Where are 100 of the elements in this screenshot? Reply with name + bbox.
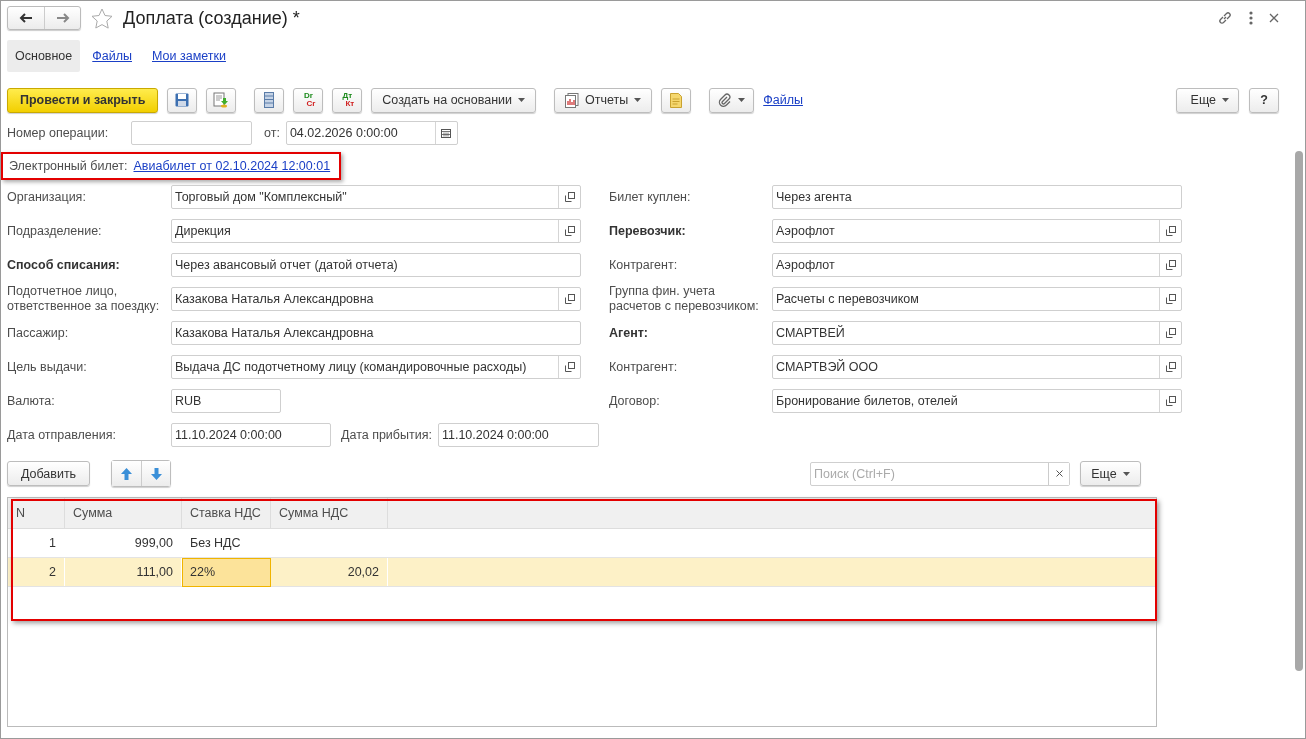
- field-label: Контрагент:: [609, 258, 679, 272]
- more-button[interactable]: Еще: [1080, 461, 1141, 486]
- open-icon: [1165, 362, 1176, 372]
- star-icon[interactable]: [91, 7, 113, 29]
- table-row[interactable]: 1 999,00 Без НДС: [8, 528, 1156, 558]
- column-header[interactable]: Ставка НДС: [181, 498, 271, 529]
- open-icon: [1165, 328, 1176, 338]
- attachment-button[interactable]: [709, 87, 755, 113]
- column-header[interactable]: N: [8, 498, 65, 529]
- arrow-right-icon: [55, 13, 70, 23]
- save-button[interactable]: [167, 87, 198, 113]
- caret-icon: [738, 98, 746, 102]
- input-field[interactable]: Через авансовый отчет (датой отчета): [171, 253, 581, 277]
- close-icon: [1055, 470, 1063, 477]
- link-icon[interactable]: [1217, 10, 1233, 26]
- field-label: Дата отправления:: [7, 428, 117, 442]
- open-icon: [564, 226, 575, 236]
- table-cell: Без НДС: [181, 528, 271, 558]
- help-button[interactable]: ?: [1249, 87, 1279, 113]
- table-cell: 20,02: [270, 557, 388, 587]
- create-based-on-button[interactable]: Создать на основании: [371, 87, 536, 113]
- open-icon: [564, 362, 575, 372]
- field-label: Контрагент:: [609, 360, 679, 374]
- field-label: Билет куплен:: [609, 190, 692, 204]
- field-label: Организация:: [7, 190, 87, 204]
- move-up-button[interactable]: [112, 461, 141, 486]
- input-field[interactable]: Дирекция: [171, 219, 581, 243]
- input-field[interactable]: СМАРТВЭЙ ООО: [772, 355, 1182, 379]
- open-icon: [564, 192, 575, 202]
- post-and-close-button[interactable]: Провести и закрыть: [7, 87, 159, 113]
- field-label: от:: [264, 126, 280, 140]
- table-cell: 999,00: [64, 528, 182, 558]
- input-field[interactable]: Торговый дом "Комплексный": [171, 185, 581, 209]
- dr-cr-button[interactable]: Dr Cr: [293, 87, 324, 113]
- arrow-left-icon: [19, 13, 33, 23]
- caret-icon: [1122, 471, 1130, 476]
- input-field[interactable]: RUB: [171, 389, 281, 413]
- files-link[interactable]: Файлы: [763, 93, 803, 107]
- add-button[interactable]: Добавить: [7, 461, 90, 486]
- note-icon: [670, 92, 683, 108]
- open-icon: [1165, 396, 1176, 406]
- date-field[interactable]: 04.02.2026 0:00:00: [285, 121, 458, 145]
- input-field[interactable]: 11.10.2024 0:00:00: [437, 423, 599, 447]
- caret-icon: [634, 98, 642, 102]
- field-label: Группа фин. учета расчетов с перевозчиком:: [609, 284, 760, 314]
- field-label: Подразделение:: [7, 224, 103, 238]
- input-field[interactable]: 11.10.2024 0:00:00: [171, 423, 331, 447]
- list-icon: [264, 92, 275, 108]
- field-label: Пассажир:: [7, 326, 70, 340]
- caret-icon: [518, 98, 525, 102]
- reports-button[interactable]: Отчеты: [554, 87, 653, 113]
- table-cell: 111,00: [64, 557, 182, 587]
- input-field[interactable]: Казакова Наталья Александровна: [171, 287, 581, 311]
- field-label: Электронный билет:: [9, 159, 128, 173]
- ticket-link[interactable]: Авиабилет от 02.10.2024 12:00:01: [133, 159, 331, 173]
- post-button[interactable]: [206, 87, 237, 113]
- input-field[interactable]: Через агента: [772, 185, 1182, 209]
- field-label: Номер операции:: [7, 126, 110, 140]
- field-label: Валюта:: [7, 394, 56, 408]
- field-label: Перевозчик:: [609, 224, 687, 238]
- column-header[interactable]: Сумма НДС: [270, 498, 388, 529]
- input-field[interactable]: Казакова Наталья Александровна: [171, 321, 581, 345]
- input-field[interactable]: Бронирование билетов, отелей: [772, 389, 1182, 413]
- tab[interactable]: Основное: [7, 40, 81, 72]
- open-icon: [1165, 260, 1176, 270]
- field-label: Цель выдачи:: [7, 360, 88, 374]
- table-cell: 2: [8, 557, 65, 587]
- close-icon[interactable]: [1269, 13, 1279, 23]
- document-arrow-icon: [213, 92, 230, 108]
- list-button[interactable]: [254, 87, 285, 113]
- field-label: Дата прибытия:: [341, 428, 432, 442]
- table-cell: 1: [8, 528, 65, 558]
- column-header[interactable]: Сумма: [64, 498, 182, 529]
- open-icon: [564, 294, 575, 304]
- field-label: Агент:: [609, 326, 650, 340]
- input-field[interactable]: Аэрофлот: [772, 219, 1182, 243]
- input-field[interactable]: [131, 121, 252, 145]
- move-down-button[interactable]: [141, 461, 170, 486]
- paperclip-icon: [718, 93, 733, 107]
- dt-kt-button[interactable]: Дт Кт: [332, 87, 363, 113]
- input-field[interactable]: Выдача ДС подотчетному лицу (командировочные расходы): [171, 355, 581, 379]
- tab[interactable]: Файлы: [84, 40, 140, 72]
- input-field[interactable]: Расчеты с перевозчиком: [772, 287, 1182, 311]
- more-icon[interactable]: [1249, 11, 1253, 25]
- field-label: Подотчетное лицо, ответственное за поездку:: [7, 284, 161, 314]
- field-label: Способ списания:: [7, 258, 121, 272]
- report-icon: [565, 92, 579, 108]
- arrow-down-icon: [150, 467, 162, 480]
- tab[interactable]: Мои заметки: [144, 40, 234, 72]
- open-icon: [1165, 294, 1176, 304]
- table-cell: 22%: [181, 557, 271, 587]
- input-field[interactable]: СМАРТВЕЙ: [772, 321, 1182, 345]
- field-label: Договор:: [609, 394, 661, 408]
- input-field[interactable]: Аэрофлот: [772, 253, 1182, 277]
- window-title: Доплата (создание) *: [123, 7, 300, 29]
- open-icon: [1165, 226, 1176, 236]
- arrow-up-icon: [121, 467, 132, 480]
- caret-icon: [1222, 98, 1229, 102]
- more-button[interactable]: Еще: [1175, 87, 1239, 113]
- calendar-icon: [441, 128, 452, 138]
